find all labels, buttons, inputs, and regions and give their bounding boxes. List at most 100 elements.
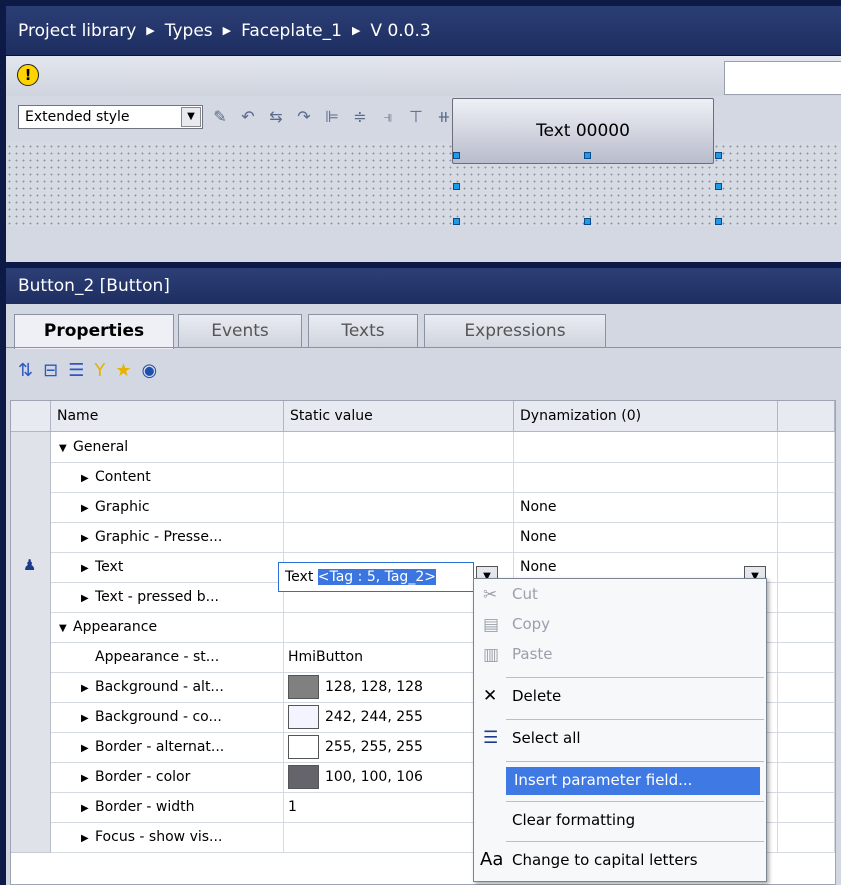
menu-item-copy[interactable]: ▤ Copy bbox=[474, 615, 766, 641]
property-name[interactable]: ▼ Appearance bbox=[51, 612, 284, 643]
resize-handle[interactable] bbox=[584, 218, 591, 225]
property-name[interactable]: ▶ Background - co... bbox=[51, 702, 284, 733]
collapse-arrow-icon[interactable]: ▼ bbox=[59, 434, 73, 462]
rotate-left-icon[interactable]: ↶ bbox=[237, 106, 259, 128]
property-value-label: 255, 255, 255 bbox=[325, 739, 423, 755]
resize-handle[interactable] bbox=[584, 152, 591, 159]
format-painter-icon[interactable]: ✎ bbox=[209, 106, 231, 128]
resize-handle[interactable] bbox=[453, 218, 460, 225]
favorite-star-icon[interactable]: ★ bbox=[115, 360, 131, 381]
expand-arrow-icon[interactable]: ▶ bbox=[81, 824, 95, 852]
row-spacer bbox=[778, 792, 835, 823]
property-dynamization[interactable]: None bbox=[514, 522, 778, 553]
preview-button[interactable]: Text 00000 bbox=[452, 98, 714, 164]
tab-properties[interactable]: Properties bbox=[14, 314, 174, 349]
property-static-value[interactable] bbox=[284, 522, 514, 553]
breadcrumb-item-version[interactable]: V 0.0.3 bbox=[370, 21, 430, 41]
property-dynamization[interactable] bbox=[514, 462, 778, 493]
property-name[interactable]: ▶ Text bbox=[51, 552, 284, 583]
column-header-static-value[interactable]: Static value bbox=[284, 401, 514, 432]
expand-all-icon[interactable]: ⊟ bbox=[43, 360, 58, 381]
breadcrumb-separator-icon: ▶ bbox=[146, 24, 155, 37]
menu-item-clear-formatting[interactable]: Clear formatting bbox=[474, 809, 766, 839]
text-value-prefix: Text bbox=[285, 569, 318, 585]
property-dynamization[interactable] bbox=[514, 432, 778, 463]
property-name[interactable]: ▶ Graphic - Presse... bbox=[51, 522, 284, 553]
text-static-value-input[interactable]: Text <Tag : 5, Tag_2> bbox=[278, 562, 474, 592]
property-name-label: Background - alt... bbox=[95, 679, 224, 695]
property-name[interactable]: ▶ Focus - show vis... bbox=[51, 822, 284, 853]
align-center-icon[interactable]: ≑ bbox=[349, 106, 371, 128]
resize-handle[interactable] bbox=[453, 183, 460, 190]
mirror-icon[interactable]: ⇆ bbox=[265, 106, 287, 128]
column-header-dynamization[interactable]: Dynamization (0) bbox=[514, 401, 778, 432]
column-header-name[interactable]: Name bbox=[51, 401, 284, 432]
property-name[interactable]: ▶ Content bbox=[51, 462, 284, 493]
property-static-value[interactable] bbox=[284, 432, 514, 463]
table-row[interactable]: ▶ Content bbox=[11, 462, 837, 493]
property-name[interactable]: Appearance - st... bbox=[51, 642, 284, 673]
property-dynamization[interactable]: None bbox=[514, 492, 778, 523]
color-swatch[interactable] bbox=[288, 705, 319, 729]
expand-arrow-icon[interactable]: ▶ bbox=[81, 464, 95, 492]
menu-item-label: Paste bbox=[512, 645, 553, 663]
table-row[interactable]: ▶ Graphic None bbox=[11, 492, 837, 523]
color-swatch[interactable] bbox=[288, 765, 319, 789]
breadcrumb-item-faceplate[interactable]: Faceplate_1 bbox=[241, 21, 342, 41]
eye-icon[interactable]: ◉ bbox=[141, 360, 157, 381]
expand-arrow-icon[interactable]: ▶ bbox=[81, 554, 95, 582]
color-swatch[interactable] bbox=[288, 735, 319, 759]
align-top-icon[interactable]: ⊤ bbox=[405, 106, 427, 128]
expand-arrow-icon[interactable]: ▶ bbox=[81, 674, 95, 702]
breadcrumb-separator-icon: ▶ bbox=[222, 24, 232, 37]
property-name[interactable]: ▶ Border - color bbox=[51, 762, 284, 793]
resize-handle[interactable] bbox=[715, 152, 722, 159]
expand-arrow-icon[interactable]: ▶ bbox=[81, 494, 95, 522]
expand-arrow-icon[interactable]: ▶ bbox=[81, 704, 95, 732]
text-value-selection: <Tag : 5, Tag_2> bbox=[317, 569, 436, 585]
menu-separator bbox=[506, 801, 764, 802]
color-swatch[interactable] bbox=[288, 675, 319, 699]
tab-texts[interactable]: Texts bbox=[308, 314, 418, 348]
expand-arrow-icon[interactable]: ▶ bbox=[81, 734, 95, 762]
menu-item-cut[interactable]: ✂ Cut bbox=[474, 585, 766, 611]
menu-item-insert-parameter-field[interactable]: Insert parameter field... bbox=[506, 767, 760, 795]
menu-separator bbox=[506, 761, 764, 762]
sort-alphabetical-icon[interactable]: ⇅ bbox=[18, 360, 33, 381]
align-right-icon[interactable]: ⫣ bbox=[377, 106, 399, 128]
property-static-value[interactable] bbox=[284, 462, 514, 493]
chevron-down-icon[interactable]: ▼ bbox=[181, 107, 201, 127]
expand-arrow-icon[interactable]: ▶ bbox=[81, 584, 95, 612]
menu-item-change-to-capital-letters[interactable]: Aa Change to capital letters bbox=[474, 849, 766, 879]
property-name[interactable]: ▶ Border - width bbox=[51, 792, 284, 823]
expand-arrow-icon[interactable]: ▶ bbox=[81, 764, 95, 792]
breadcrumb-item-types[interactable]: Types bbox=[165, 21, 213, 41]
resize-handle[interactable] bbox=[715, 183, 722, 190]
table-row[interactable]: ▼ General bbox=[11, 432, 837, 463]
align-left-icon[interactable]: ⊫ bbox=[321, 106, 343, 128]
resize-handle[interactable] bbox=[453, 152, 460, 159]
filter-icon[interactable]: Y bbox=[94, 360, 105, 381]
expand-arrow-icon[interactable]: ▶ bbox=[81, 524, 95, 552]
menu-item-paste[interactable]: ▥ Paste bbox=[474, 645, 766, 671]
tab-expressions[interactable]: Expressions bbox=[424, 314, 606, 348]
collapse-arrow-icon[interactable]: ▼ bbox=[59, 614, 73, 642]
collapse-all-icon[interactable]: ☰ bbox=[68, 360, 84, 381]
row-gutter: ♟ bbox=[11, 552, 51, 583]
rotate-right-icon[interactable]: ↷ bbox=[293, 106, 315, 128]
property-name[interactable]: ▶ Text - pressed b... bbox=[51, 582, 284, 613]
property-name[interactable]: ▶ Graphic bbox=[51, 492, 284, 523]
menu-item-delete[interactable]: ✕ Delete bbox=[474, 685, 766, 715]
menu-item-select-all[interactable]: ☰ Select all bbox=[474, 727, 766, 757]
breadcrumb-item-project-library[interactable]: Project library bbox=[18, 21, 136, 41]
property-name[interactable]: ▶ Background - alt... bbox=[51, 672, 284, 703]
style-select[interactable]: Extended style ▼ bbox=[18, 105, 203, 129]
tab-events[interactable]: Events bbox=[178, 314, 302, 348]
property-name[interactable]: ▼ General bbox=[51, 432, 284, 463]
property-static-value[interactable] bbox=[284, 492, 514, 523]
warning-icon[interactable]: ! bbox=[17, 64, 39, 86]
expand-arrow-icon[interactable]: ▶ bbox=[81, 794, 95, 822]
resize-handle[interactable] bbox=[715, 218, 722, 225]
table-row[interactable]: ▶ Graphic - Presse... None bbox=[11, 522, 837, 553]
property-name[interactable]: ▶ Border - alternat... bbox=[51, 732, 284, 763]
